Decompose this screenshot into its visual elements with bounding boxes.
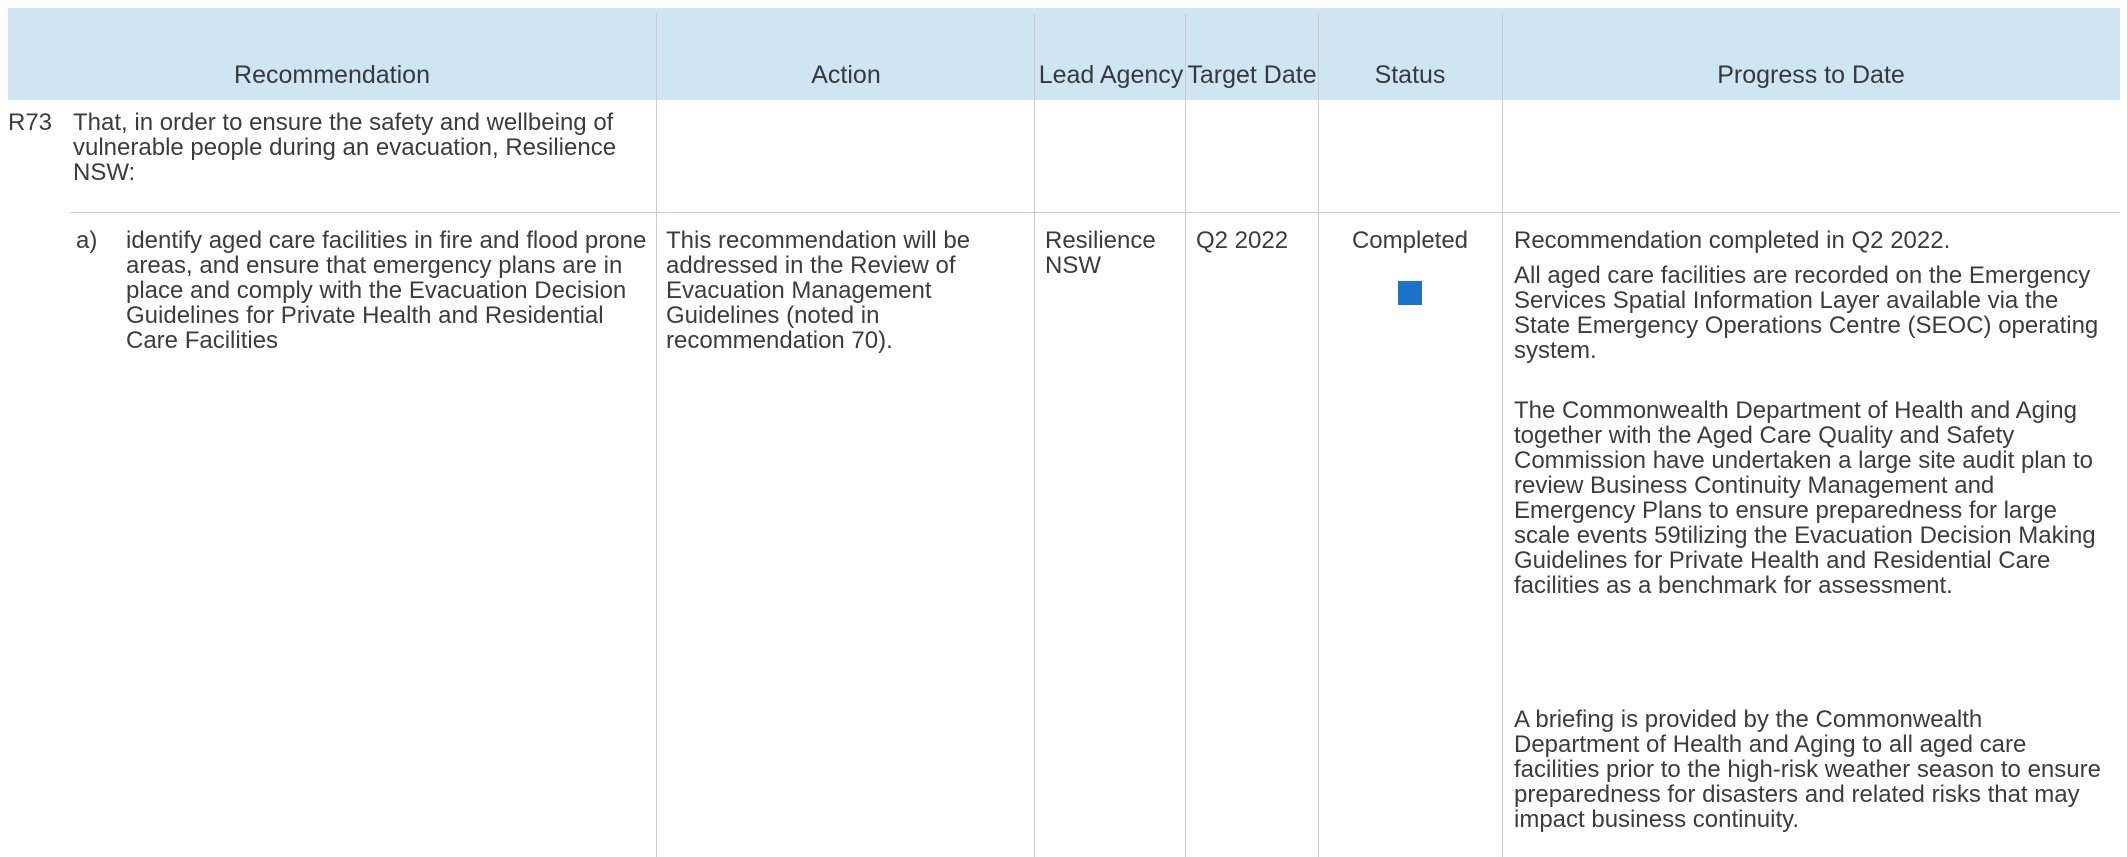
item-recommendation-text: identify aged care facilities in fire an… [126,227,647,354]
recommendation-id: R73 [8,109,53,136]
column-divider [1318,14,1319,857]
header-status: Status [1374,61,1446,89]
header-recommendation: Recommendation [234,61,430,89]
header-action: Action [811,61,881,89]
item-lead-agency: Resilience NSW [1045,227,1156,279]
item-target-date: Q2 2022 [1196,227,1289,254]
status-indicator [1398,281,1422,305]
progress-table: Recommendation Action Lead Agency Target… [0,0,2127,857]
table-header: Recommendation Action Lead Agency Target… [8,8,2120,100]
item-action-text: This recommendation will be addressed in… [666,227,971,354]
column-divider [1185,14,1186,857]
column-divider [1502,14,1503,857]
column-divider [656,14,657,857]
progress-paragraph: All aged care facilities are recorded on… [1514,262,2099,364]
row-divider [70,212,2120,213]
header-progress: Progress to Date [1717,61,1905,89]
column-divider [1034,14,1035,857]
progress-paragraph: A briefing is provided by the Commonweal… [1514,706,2101,833]
item-status: Completed [1351,227,1469,254]
item-label: a) [76,227,98,254]
header-target-date: Target Date [1187,61,1317,89]
header-lead-agency: Lead Agency [1038,61,1184,89]
progress-completed-line: Recommendation completed in Q2 2022. [1514,227,1951,254]
section-recommendation-text: That, in order to ensure the safety and … [73,109,617,186]
progress-paragraph: The Commonwealth Department of Health an… [1514,397,2096,599]
